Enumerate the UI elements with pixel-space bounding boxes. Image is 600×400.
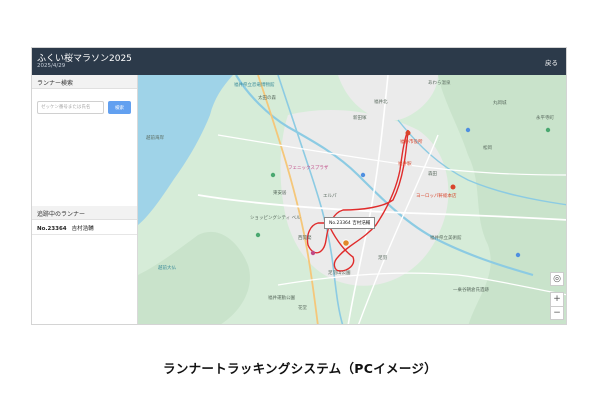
back-link[interactable]: 戻る (545, 57, 558, 67)
search-button[interactable]: 検索 (108, 101, 131, 114)
map-label: ヨーロッパ軒総本店 (416, 194, 457, 199)
runner-search-input[interactable] (37, 101, 104, 114)
map-label: 福井県立恐竜博物館 (234, 83, 275, 88)
runner-search-heading: ランナー検索 (32, 75, 137, 89)
sidebar: ランナー検索 検索 追跡中のランナー No.23364 吉村浩輔 (32, 75, 138, 324)
map-label: あわら温泉 (428, 81, 451, 86)
locate-icon: ◎ (553, 274, 561, 284)
figure-caption: ランナートラッキングシステム（PCイメージ） (163, 361, 437, 376)
tracked-runner-item[interactable]: No.23364 吉村浩輔 (32, 221, 137, 235)
runner-name: 吉村浩輔 (71, 226, 94, 232)
map-canvas (138, 75, 566, 324)
map-label: 一乗谷朝倉氏遺跡 (453, 288, 489, 293)
map-label: 越前大仏 (158, 266, 176, 271)
map-label: 足羽山公園 (328, 271, 351, 276)
map-label: 西開発 (298, 236, 312, 241)
map-label: フェニックスプラザ (288, 166, 329, 171)
map-label: 丸岡城 (493, 101, 507, 106)
map-view[interactable]: 福井県立恐竜博物館 越前海岸 太田の森 福井市役所 あわら温泉 丸岡城 永平寺町… (138, 75, 566, 324)
event-date: 2025/4/29 (37, 63, 66, 69)
map-label: 福井市役所 (400, 140, 423, 145)
minus-icon: − (553, 308, 561, 318)
runner-location-popup: No.23364 吉村浩輔 (324, 217, 376, 229)
map-label: 足羽 (378, 256, 387, 261)
map-label: 福井県立美術館 (430, 236, 462, 241)
app-header: ふくい桜マラソン2025 2025/4/29 戻る (32, 48, 566, 75)
map-label: 東安居 (273, 191, 287, 196)
app-window: ふくい桜マラソン2025 2025/4/29 戻る ランナー検索 検索 追跡中の… (31, 47, 567, 325)
map-label: 花堂 (298, 306, 307, 311)
map-label: 越前海岸 (146, 136, 164, 141)
map-label: 永平寺町 (536, 116, 554, 121)
map-label: 福井駅 (398, 162, 412, 167)
locate-button[interactable]: ◎ (550, 272, 564, 286)
map-label: エルパ (323, 194, 337, 199)
map-label: 森田 (428, 172, 437, 177)
zoom-in-button[interactable]: + (550, 292, 564, 306)
runner-bib: No.23364 (37, 226, 67, 232)
zoom-out-button[interactable]: − (550, 306, 564, 320)
map-label: 福井運動公園 (268, 296, 295, 301)
tracking-runners-heading: 追跡中のランナー (32, 206, 137, 220)
map-label: 新田塚 (353, 116, 367, 121)
map-label: 松岡 (483, 146, 492, 151)
map-label: ショッピングシティ ベル (250, 216, 301, 221)
map-label: 太田の森 (258, 96, 276, 101)
map-label: 福井北 (374, 100, 388, 105)
plus-icon: + (553, 294, 561, 304)
